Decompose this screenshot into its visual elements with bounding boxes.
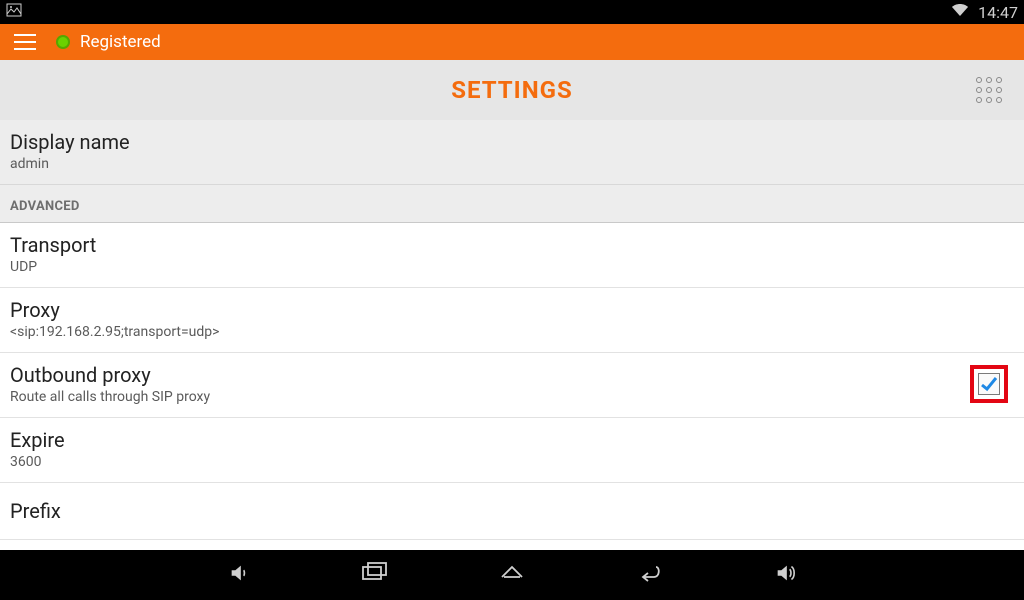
action-bar: Registered	[0, 24, 1024, 60]
status-time: 14:47	[978, 3, 1018, 22]
row-title: Expire	[10, 428, 1014, 452]
registration-status-text: Registered	[80, 32, 161, 52]
row-expire[interactable]: Expire 3600	[0, 418, 1024, 483]
outbound-proxy-checkbox[interactable]	[978, 373, 1000, 395]
notification-image-icon	[6, 3, 22, 21]
row-proxy[interactable]: Proxy <sip:192.168.2.95;transport=udp>	[0, 288, 1024, 353]
volume-up-icon[interactable]	[774, 562, 796, 588]
row-title: Proxy	[10, 298, 1014, 322]
page-title: SETTINGS	[451, 76, 573, 104]
row-desc: Route all calls through SIP proxy	[10, 389, 970, 405]
row-value: 3600	[10, 454, 1014, 470]
android-status-bar: 14:47	[0, 0, 1024, 24]
android-nav-bar	[0, 550, 1024, 600]
row-value: UDP	[10, 259, 1014, 275]
back-icon[interactable]	[636, 559, 664, 591]
row-value: admin	[10, 156, 1014, 172]
row-title: Display name	[10, 130, 1014, 154]
row-outbound-proxy[interactable]: Outbound proxy Route all calls through S…	[0, 353, 1024, 418]
menu-icon[interactable]	[14, 34, 36, 50]
settings-header: SETTINGS	[0, 60, 1024, 120]
row-prefix[interactable]: Prefix	[0, 483, 1024, 540]
section-advanced: ADVANCED	[0, 185, 1024, 223]
recent-apps-icon[interactable]	[360, 559, 388, 591]
row-title: Prefix	[10, 499, 1014, 523]
row-value: <sip:192.168.2.95;transport=udp>	[10, 324, 1014, 340]
settings-list: Display name admin ADVANCED Transport UD…	[0, 120, 1024, 540]
wifi-icon	[950, 2, 970, 22]
dialer-grid-icon[interactable]	[976, 77, 1002, 103]
row-display-name[interactable]: Display name admin	[0, 120, 1024, 185]
row-title: Outbound proxy	[10, 363, 970, 387]
volume-down-icon[interactable]	[228, 562, 250, 588]
checkbox-highlight	[970, 365, 1008, 403]
row-title: Transport	[10, 233, 1014, 257]
registration-status-icon	[56, 35, 70, 49]
home-icon[interactable]	[498, 559, 526, 591]
row-transport[interactable]: Transport UDP	[0, 223, 1024, 288]
